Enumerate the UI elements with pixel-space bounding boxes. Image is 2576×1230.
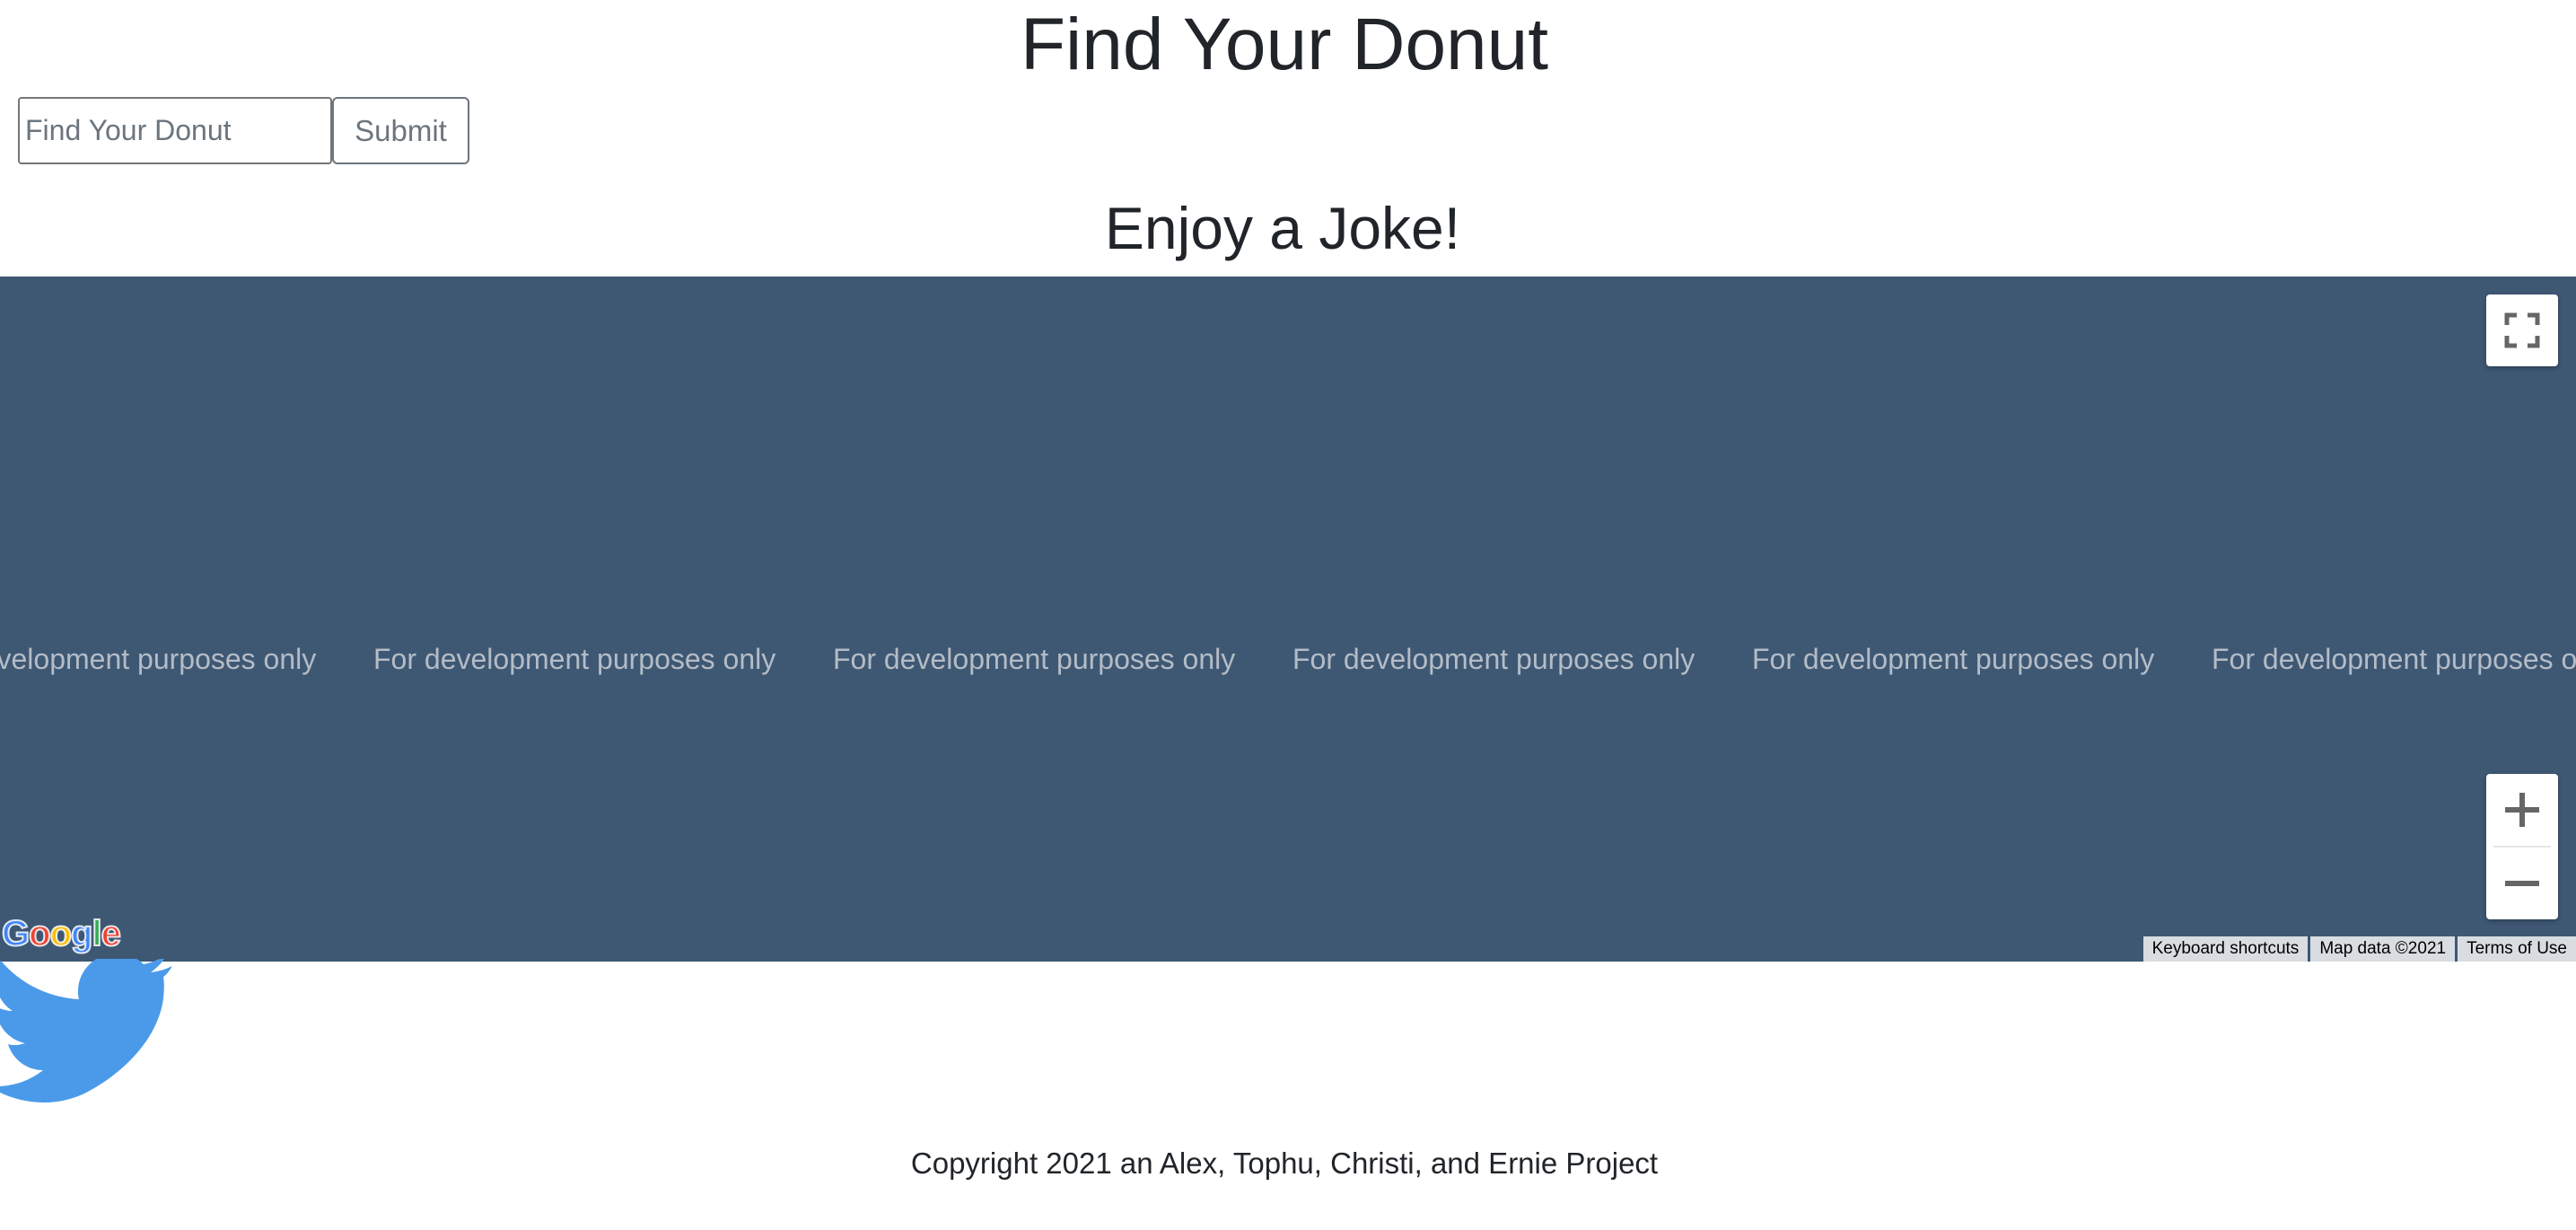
dev-watermark: For development purposes only [833,643,1236,675]
page-title: Find Your Donut [1020,4,1549,85]
map-attribution: Keyboard shortcuts Map data ©2021 Terms … [2141,936,2576,962]
dev-watermark: For development purposes only [373,643,776,675]
joke-heading: Enjoy a Joke! [1104,195,1461,261]
zoom-out-button[interactable] [2486,848,2558,919]
copyright-footer: Copyright 2021 an Alex, Tophu, Christi, … [910,1147,1659,1180]
fullscreen-button[interactable] [2486,294,2558,366]
search-input[interactable] [18,97,332,164]
keyboard-shortcuts-link[interactable]: Keyboard shortcuts [2142,936,2309,962]
map-data-text: Map data ©2021 [2310,936,2456,962]
fullscreen-icon [2504,312,2540,348]
twitter-bird-icon[interactable] [0,953,172,1140]
search-form: Submit [18,97,469,164]
dev-watermark: For development purposes only [1752,643,2155,675]
submit-button[interactable]: Submit [332,97,469,164]
terms-of-use-link[interactable]: Terms of Use [2458,936,2576,962]
plus-icon [2505,793,2539,827]
page: Find Your Donut Submit Enjoy a Joke! For… [0,0,2576,1230]
zoom-control [2486,774,2558,919]
dev-watermark: For development purposes only [2212,643,2576,675]
zoom-in-button[interactable] [2486,774,2558,846]
dev-watermark: For development purposes only [1292,643,1695,675]
map[interactable]: For development purposes only For develop… [0,277,2576,962]
dev-watermark-row: For development purposes only For develop… [0,643,2576,676]
google-logo[interactable]: Google [1,913,122,954]
minus-icon [2505,881,2539,886]
dev-watermark: For development purposes only [0,643,317,675]
